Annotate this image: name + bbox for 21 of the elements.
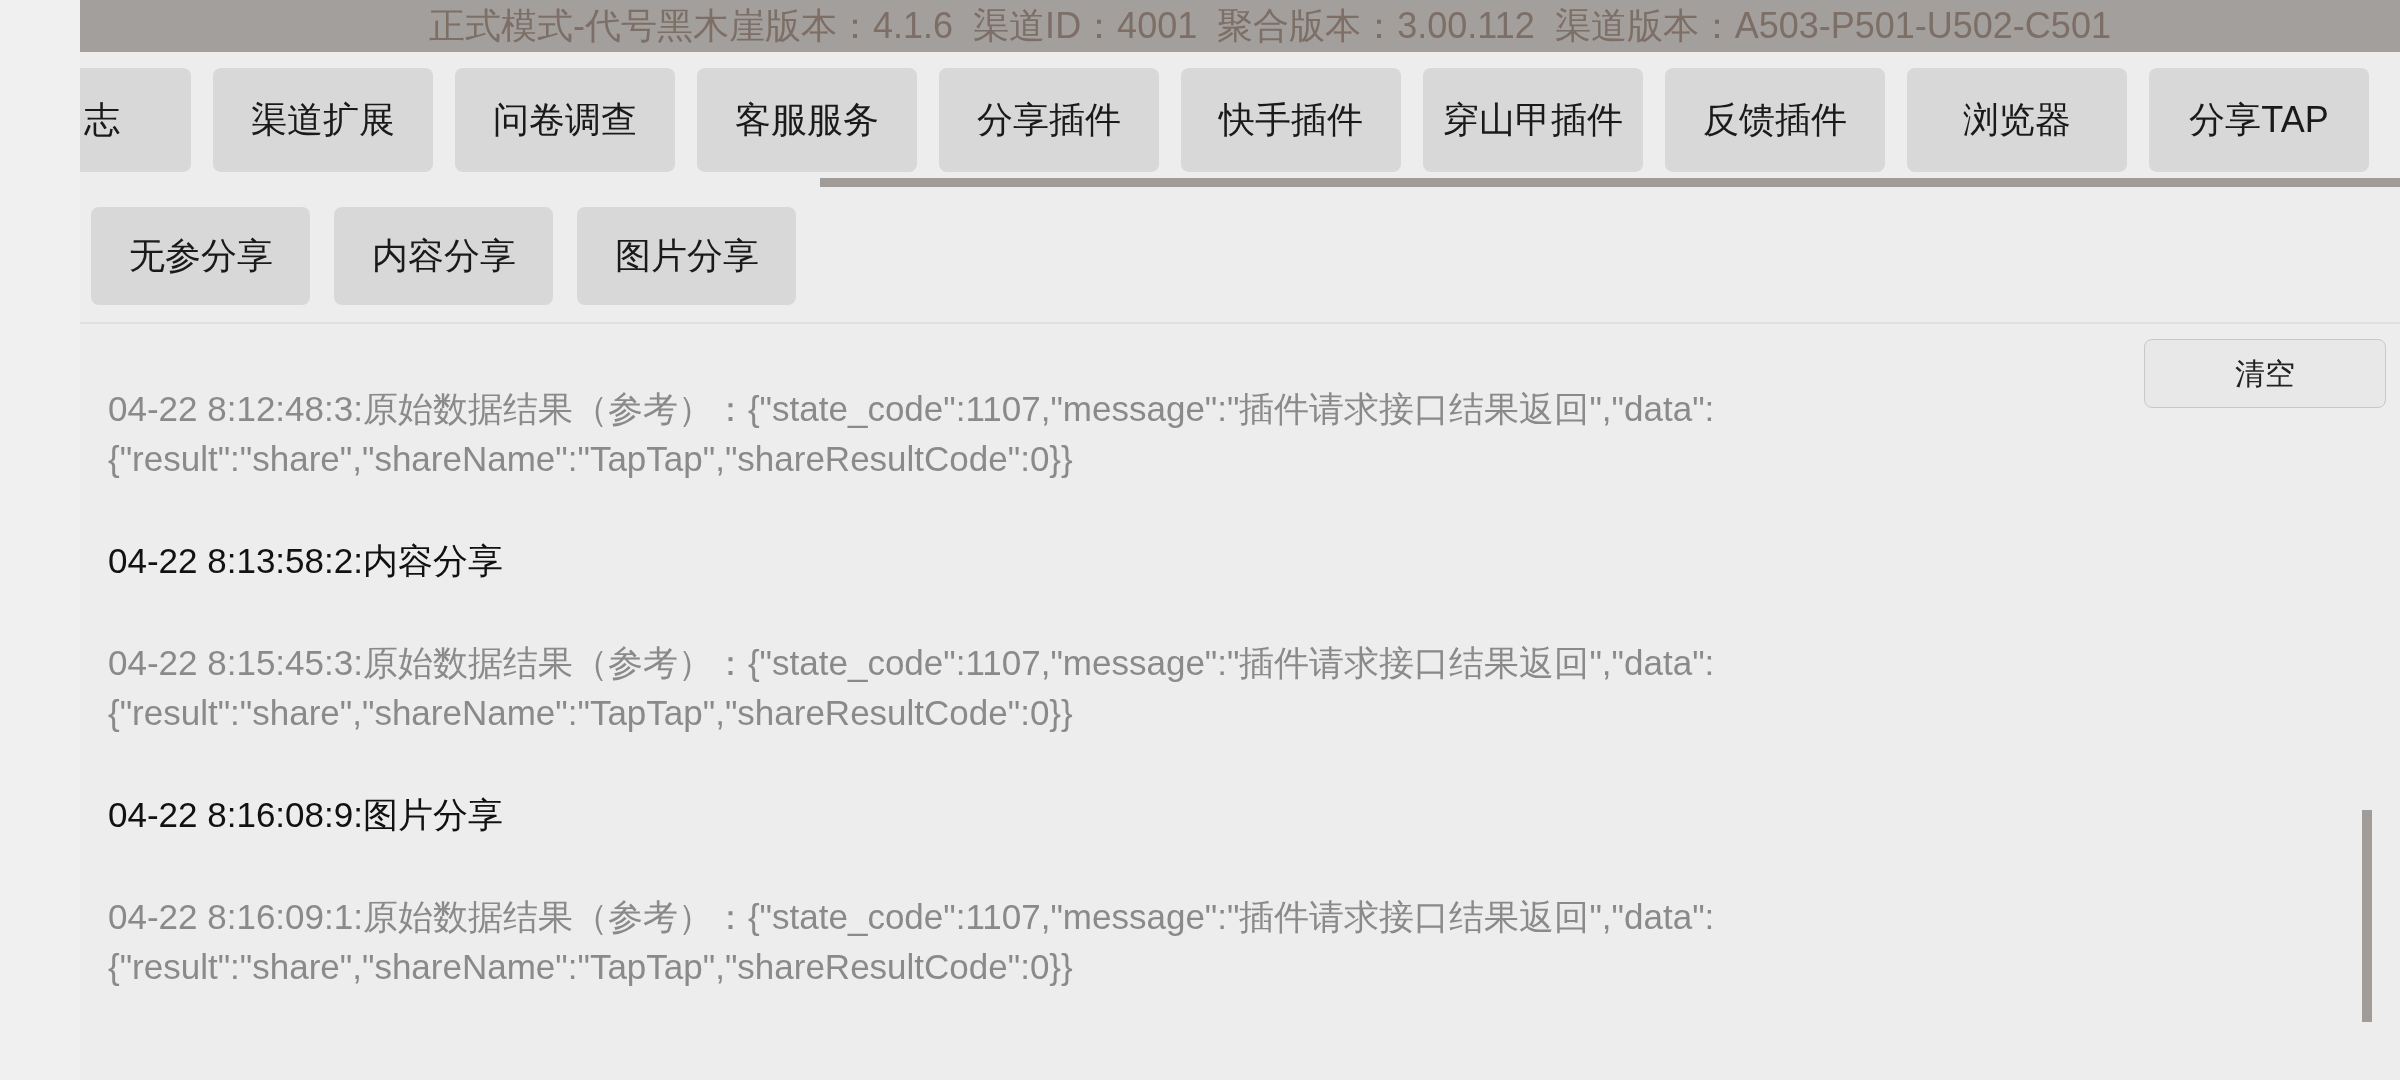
share-button[interactable]: 无参分享	[91, 207, 310, 305]
tab-button[interactable]: 浏览器	[1907, 68, 2127, 172]
tab-button[interactable]: 分享TAP	[2149, 68, 2369, 172]
log-entry: 04-22 8:16:09:1:原始数据结果（参考）：{"state_code":1107,"message":"插件请求接口结果返回","data":{"result":"share","shareName":"TapTap","shareResultCode":0}}	[108, 896, 1716, 988]
tab-button[interactable]: 问卷调查	[455, 68, 675, 172]
tab-button[interactable]: 反馈插件	[1665, 68, 1885, 172]
vertical-scrollbar[interactable]	[2362, 810, 2372, 1022]
horizontal-scrollbar[interactable]	[820, 177, 2400, 187]
log-entry: 04-22 8:13:58:2:内容分享	[108, 540, 504, 582]
tab-button[interactable]: 快手插件	[1181, 68, 1401, 172]
clear-button[interactable]: 清空	[2144, 339, 2386, 408]
tab-button[interactable]: 渠道扩展	[213, 68, 433, 172]
log-entry: 04-22 8:16:08:9:图片分享	[108, 794, 504, 836]
tab-button[interactable]: 穿山甲插件	[1423, 68, 1643, 172]
log-entry: 04-22 8:12:48:3:原始数据结果（参考）：{"state_code":1107,"message":"插件请求接口结果返回","data":{"result":"share","shareName":"TapTap","shareResultCode":0}}	[108, 388, 1716, 480]
tab-button[interactable]: 客服服务	[697, 68, 917, 172]
log-entry: 04-22 8:15:45:3:原始数据结果（参考）：{"state_code":1107,"message":"插件请求接口结果返回","data":{"result":"share","shareName":"TapTap","shareResultCode":0}}	[108, 642, 1716, 734]
share-button[interactable]: 图片分享	[577, 207, 796, 305]
share-button[interactable]: 内容分享	[334, 207, 553, 305]
tab-button[interactable]: 分享插件	[939, 68, 1159, 172]
tab-button[interactable]: 志	[80, 68, 191, 172]
